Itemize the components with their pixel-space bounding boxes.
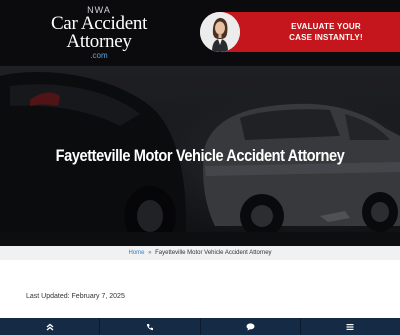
breadcrumb: Home » Fayetteville Motor Vehicle Accide… xyxy=(0,246,400,260)
chat-bubble-icon xyxy=(246,322,255,331)
phone-icon xyxy=(146,323,153,330)
breadcrumb-current: Fayetteville Motor Vehicle Accident Atto… xyxy=(155,250,272,256)
breadcrumb-separator: » xyxy=(148,250,152,256)
page-title: Fayetteville Motor Vehicle Accident Atto… xyxy=(55,146,345,165)
cta-text-line-2: CASE INSTANTLY! xyxy=(289,33,363,42)
site-header: NWA Car Accident Attorney .com EVALUATE … xyxy=(0,0,400,66)
call-button[interactable] xyxy=(100,318,201,335)
cta-text-line-1: EVALUATE YOUR xyxy=(291,22,361,31)
attorney-avatar xyxy=(200,12,240,52)
cta-text: EVALUATE YOUR CASE INSTANTLY! xyxy=(256,21,396,43)
chat-button[interactable] xyxy=(201,318,301,335)
scroll-to-top-button[interactable] xyxy=(0,318,101,335)
last-updated-text: Last Updated: February 7, 2025 xyxy=(26,293,125,300)
menu-button[interactable] xyxy=(301,318,400,335)
double-chevron-up-icon xyxy=(46,323,54,331)
evaluate-case-button[interactable]: EVALUATE YOUR CASE INSTANTLY! xyxy=(200,12,400,52)
bottom-nav-bar xyxy=(0,318,400,335)
site-logo[interactable]: NWA Car Accident Attorney .com xyxy=(36,6,162,61)
hamburger-menu-icon xyxy=(346,323,354,330)
logo-line-2: Attorney xyxy=(66,31,132,52)
logo-domain: .com xyxy=(90,51,108,60)
breadcrumb-home-link[interactable]: Home xyxy=(128,250,144,256)
hero-banner: Fayetteville Motor Vehicle Accident Atto… xyxy=(0,66,400,246)
